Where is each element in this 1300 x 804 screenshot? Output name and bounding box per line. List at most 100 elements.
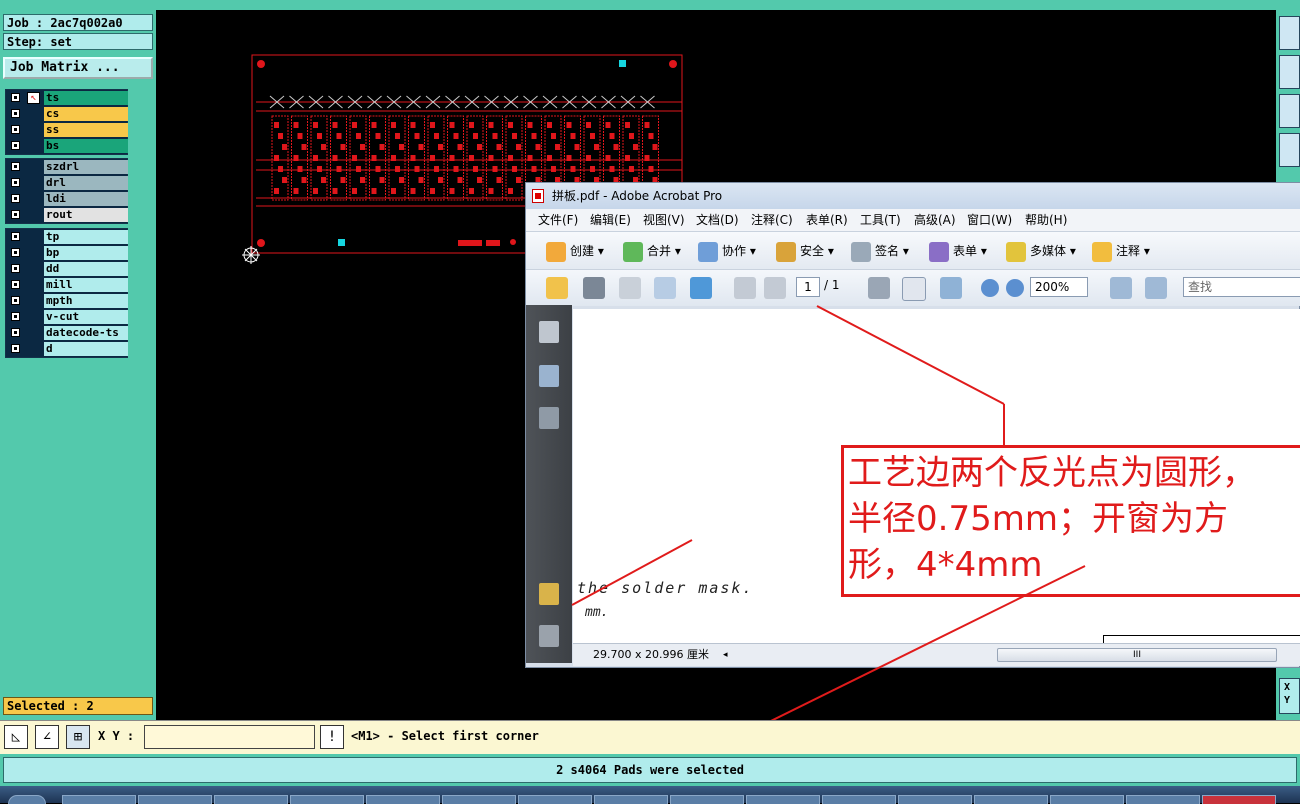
xy-toggle[interactable]: X Y bbox=[1279, 678, 1300, 714]
layer-checkbox[interactable] bbox=[11, 280, 20, 289]
navigation-pane bbox=[526, 305, 572, 663]
collaborate-label: 协作 ▾ bbox=[722, 244, 756, 258]
layer-row-mpth[interactable]: mpth bbox=[6, 293, 128, 309]
layer-checkbox[interactable] bbox=[11, 194, 20, 203]
menu-file[interactable]: 文件(F) bbox=[538, 209, 578, 231]
menu-forms[interactable]: 表单(R) bbox=[806, 209, 848, 231]
angle-snap-icon[interactable]: ∠ bbox=[35, 725, 59, 749]
xy-coordinate-input[interactable] bbox=[144, 725, 315, 749]
layer-checkbox[interactable] bbox=[11, 162, 20, 171]
zoom-in-icon[interactable] bbox=[1006, 279, 1024, 297]
layer-row-rout[interactable]: rout bbox=[6, 207, 128, 223]
layer-checkbox[interactable] bbox=[11, 312, 20, 321]
job-matrix-button[interactable]: Job Matrix ... bbox=[3, 57, 153, 79]
comment-button[interactable]: 注释 ▾ bbox=[1092, 240, 1150, 262]
layer-checkbox[interactable] bbox=[11, 210, 20, 219]
menu-document[interactable]: 文档(D) bbox=[696, 209, 739, 231]
diagonal-snap-icon[interactable]: ◺ bbox=[4, 725, 28, 749]
layer-row-ldi[interactable]: ldi bbox=[6, 191, 128, 207]
zoom-out-icon[interactable] bbox=[981, 279, 999, 297]
layer-checkbox[interactable] bbox=[11, 93, 20, 102]
zoom-marquee-icon[interactable] bbox=[940, 277, 962, 299]
combine-button[interactable]: 合并 ▾ bbox=[623, 240, 681, 262]
layer-row-datecode-ts[interactable]: datecode-ts bbox=[6, 325, 128, 341]
layer-row-tp[interactable]: tp bbox=[6, 229, 128, 245]
signatures-icon[interactable] bbox=[539, 407, 559, 429]
menu-edit[interactable]: 编辑(E) bbox=[590, 209, 631, 231]
zoom-select[interactable]: 200% bbox=[1030, 277, 1088, 297]
menu-tools[interactable]: 工具(T) bbox=[860, 209, 901, 231]
layer-row-bs[interactable]: bs bbox=[6, 138, 128, 154]
hand-tool-icon[interactable] bbox=[902, 277, 926, 301]
board-unit bbox=[367, 95, 386, 201]
combine-icon bbox=[623, 241, 643, 262]
menu-help[interactable]: 帮助(H) bbox=[1025, 209, 1067, 231]
board-unit bbox=[269, 95, 289, 201]
menu-window[interactable]: 窗口(W) bbox=[967, 209, 1012, 231]
pages-icon[interactable] bbox=[539, 321, 559, 343]
tool-icon-4[interactable] bbox=[1279, 133, 1300, 167]
upload-icon[interactable] bbox=[690, 277, 712, 299]
fit-width-icon[interactable] bbox=[1110, 277, 1132, 299]
layer-row-ss[interactable]: ss bbox=[6, 122, 128, 138]
tool-icon-2[interactable] bbox=[1279, 55, 1300, 89]
layer-checkbox[interactable] bbox=[11, 141, 20, 150]
layer-checkbox[interactable] bbox=[11, 232, 20, 241]
print-icon[interactable] bbox=[583, 277, 605, 299]
open-folder-icon[interactable] bbox=[546, 277, 568, 299]
layer-row-v-cut[interactable]: v-cut bbox=[6, 309, 128, 325]
grid-snap-icon[interactable]: ⊞ bbox=[66, 725, 90, 749]
forms-button[interactable]: 表单 ▾ bbox=[929, 240, 987, 262]
layer-row-cs[interactable]: cs bbox=[6, 106, 128, 122]
comments-icon[interactable] bbox=[539, 583, 559, 605]
layer-row-ts[interactable]: ↖ ts bbox=[6, 90, 128, 106]
prev-page-icon[interactable] bbox=[734, 277, 756, 299]
menu-comments[interactable]: 注释(C) bbox=[751, 209, 793, 231]
layer-checkbox[interactable] bbox=[11, 248, 20, 257]
layer-checkbox[interactable] bbox=[11, 264, 20, 273]
acrobat-titlebar[interactable]: 拼板.pdf - Adobe Acrobat Pro bbox=[526, 183, 1300, 209]
page-number-input[interactable]: 1 bbox=[796, 277, 820, 297]
pdf-file-icon bbox=[532, 189, 544, 203]
layer-checkbox[interactable] bbox=[11, 328, 20, 337]
layer-checkbox[interactable] bbox=[11, 125, 20, 134]
layer-row-d[interactable]: d bbox=[6, 341, 128, 357]
layer-name: ss bbox=[44, 123, 128, 137]
board-unit bbox=[445, 95, 464, 201]
combine-label: 合并 ▾ bbox=[647, 244, 681, 258]
layer-row-szdrl[interactable]: szdrl bbox=[6, 159, 128, 175]
page-size-label: 29.700 x 20.996 厘米 bbox=[593, 648, 709, 661]
layer-row-drl[interactable]: drl bbox=[6, 175, 128, 191]
email-icon[interactable] bbox=[654, 277, 676, 299]
tool-icon-1[interactable] bbox=[1279, 16, 1300, 50]
board-unit bbox=[484, 95, 503, 201]
alert-icon[interactable]: ! bbox=[320, 725, 344, 749]
find-input[interactable]: 查找 bbox=[1183, 277, 1300, 297]
selected-pad bbox=[338, 239, 345, 246]
layer-checkbox[interactable] bbox=[11, 178, 20, 187]
layer-checkbox[interactable] bbox=[11, 296, 20, 305]
sign-button[interactable]: 签名 ▾ bbox=[851, 240, 909, 262]
menu-advanced[interactable]: 高级(A) bbox=[914, 209, 956, 231]
layer-row-bp[interactable]: bp bbox=[6, 245, 128, 261]
bookmarks-icon[interactable] bbox=[539, 365, 559, 387]
horizontal-scrollbar[interactable]: III bbox=[997, 648, 1277, 662]
next-page-icon[interactable] bbox=[764, 277, 786, 299]
doc-text-line: mm. bbox=[585, 605, 609, 620]
multimedia-button[interactable]: 多媒体 ▾ bbox=[1006, 240, 1076, 262]
select-cursor-icon[interactable] bbox=[868, 277, 890, 299]
layer-row-dd[interactable]: dd bbox=[6, 261, 128, 277]
scroll-left-icon[interactable]: ◂ bbox=[723, 644, 728, 666]
layer-checkbox[interactable] bbox=[11, 344, 20, 353]
attachments-icon[interactable] bbox=[539, 625, 559, 647]
save-icon[interactable] bbox=[619, 277, 641, 299]
fit-page-icon[interactable] bbox=[1145, 277, 1167, 299]
create-button[interactable]: 创建 ▾ bbox=[546, 240, 604, 262]
layer-checkbox[interactable] bbox=[11, 109, 20, 118]
menu-view[interactable]: 视图(V) bbox=[643, 209, 685, 231]
secure-button[interactable]: 安全 ▾ bbox=[776, 240, 834, 262]
layer-name: cs bbox=[44, 107, 128, 121]
layer-row-mill[interactable]: mill bbox=[6, 277, 128, 293]
tool-icon-3[interactable] bbox=[1279, 94, 1300, 128]
collaborate-button[interactable]: 协作 ▾ bbox=[698, 240, 756, 262]
